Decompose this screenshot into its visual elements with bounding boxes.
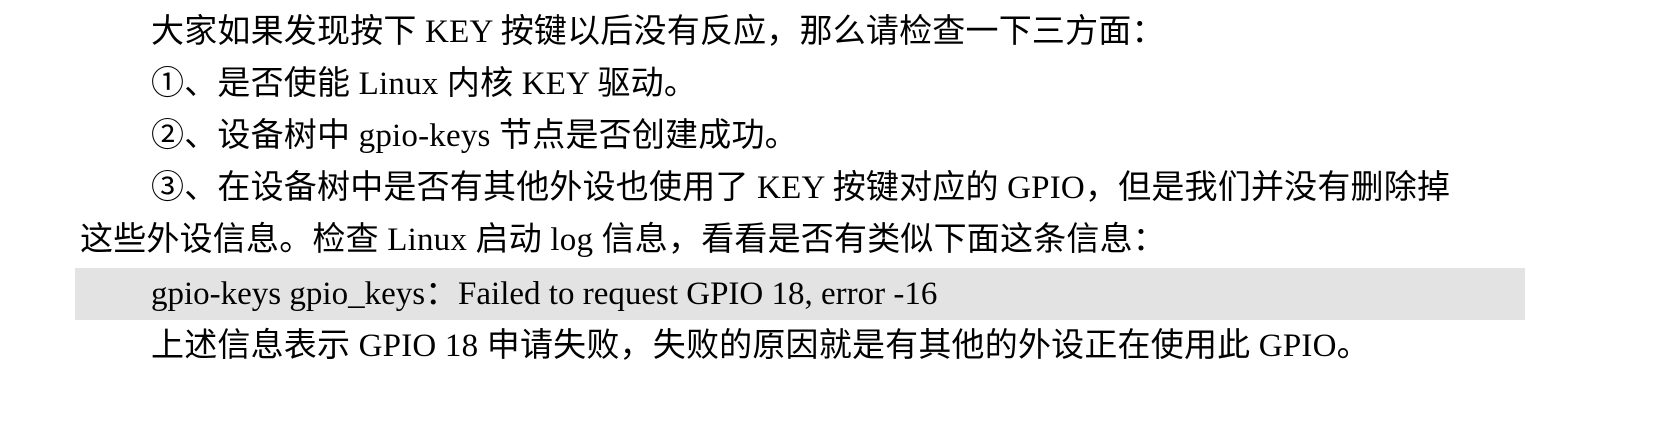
- log-message: gpio-keys gpio_keys：Failed to request GP…: [151, 276, 938, 312]
- explanation-paragraph: 上述信息表示 GPIO 18 申请失败，失败的原因就是有其他的外设正在使用此 G…: [151, 328, 1370, 364]
- check-item-3-line-2: 这些外设信息。检查 Linux 启动 log 信息，看看是否有类似下面这条信息：: [80, 222, 1166, 258]
- check-item-3-line-1: ③、在设备树中是否有其他外设也使用了 KEY 按键对应的 GPIO，但是我们并没…: [151, 170, 1451, 206]
- document-page: 大家如果发现按下 KEY 按键以后没有反应，那么请检查一下三方面： ①、是否使能…: [0, 0, 1678, 428]
- check-item-1: ①、是否使能 Linux 内核 KEY 驱动。: [151, 66, 698, 102]
- log-code-block: gpio-keys gpio_keys：Failed to request GP…: [75, 268, 1525, 320]
- intro-paragraph: 大家如果发现按下 KEY 按键以后没有反应，那么请检查一下三方面：: [151, 14, 1165, 50]
- check-item-2: ②、设备树中 gpio-keys 节点是否创建成功。: [151, 118, 798, 154]
